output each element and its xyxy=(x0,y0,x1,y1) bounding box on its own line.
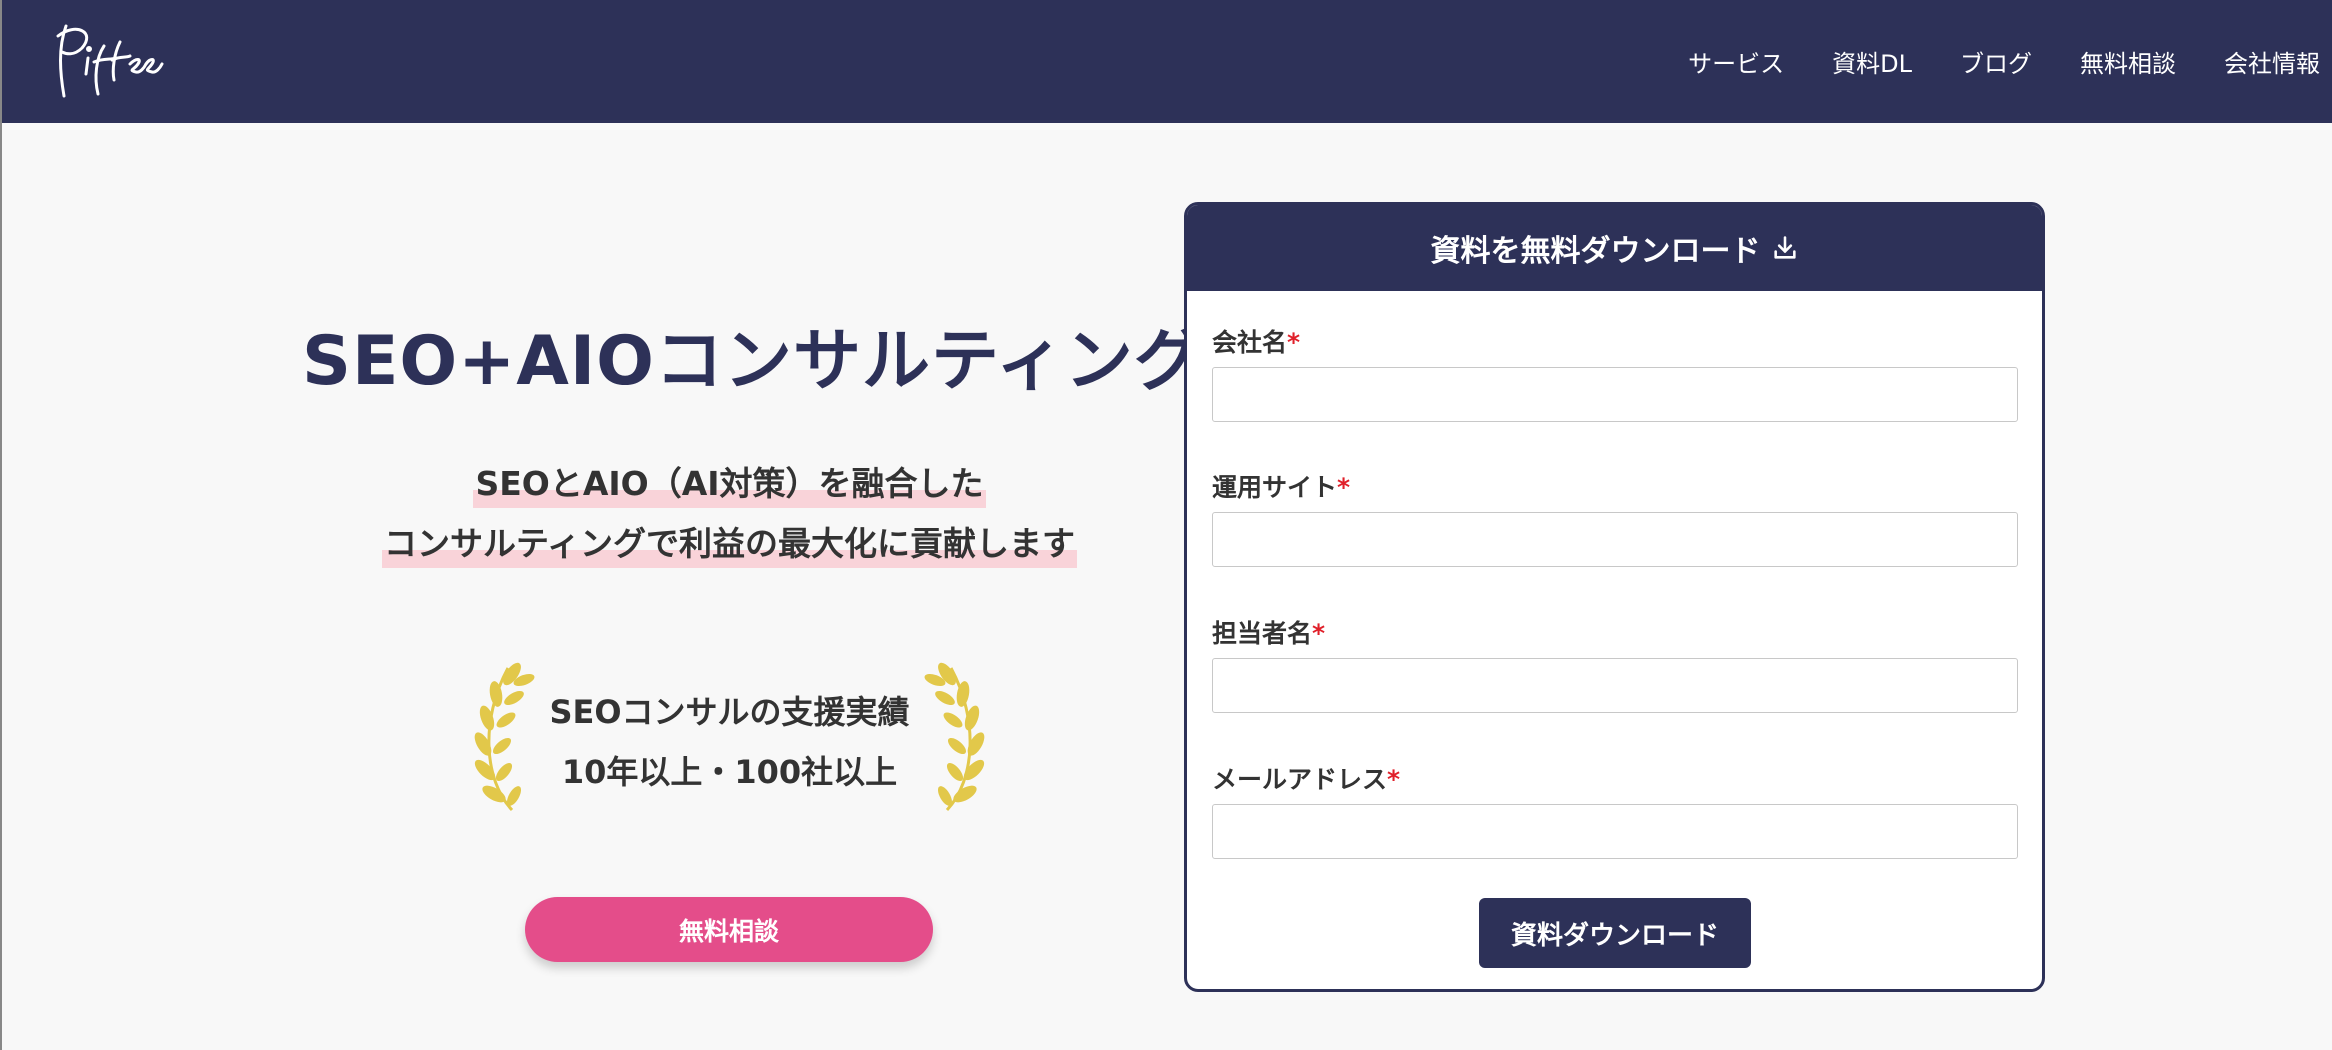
required-mark: * xyxy=(1337,473,1351,502)
field-label-text: 運用サイト xyxy=(1212,473,1338,502)
required-mark: * xyxy=(1387,765,1401,794)
form-title: 資料を無料ダウンロード xyxy=(1430,234,1761,269)
company-name-input[interactable] xyxy=(1212,367,2018,422)
required-mark: * xyxy=(1287,328,1301,357)
download-icon xyxy=(1773,236,1796,259)
form-header: 資料を無料ダウンロード xyxy=(1187,205,2042,291)
field-label-text: メールアドレス xyxy=(1212,765,1388,794)
main-nav: サービス 資料DL ブログ 無料相談 会社情報 xyxy=(1640,0,2320,123)
field-website: 運用サイト* xyxy=(1212,468,2018,567)
download-form-card: 資料を無料ダウンロード 会社名* 運用サイト* 担当者名* メールアドレス* 資… xyxy=(1184,202,2045,992)
page: サービス 資料DL ブログ 無料相談 会社情報 SEO+AIOコンサルティング … xyxy=(0,0,2332,1050)
field-label-email: メールアドレス* xyxy=(1212,760,2018,796)
field-label-text: 会社名 xyxy=(1212,328,1288,357)
field-company-name: 会社名* xyxy=(1212,323,2018,422)
logo-mark xyxy=(56,24,164,98)
nav-item-company-info[interactable]: 会社情報 xyxy=(2224,44,2320,79)
email-input[interactable] xyxy=(1212,804,2018,859)
nav-item-service[interactable]: サービス xyxy=(1688,44,1784,79)
field-label-contact-name: 担当者名* xyxy=(1212,614,2018,650)
laurel-right-icon xyxy=(924,662,985,812)
hero-lead-line-1: SEOとAIO（AI対策）を融合した xyxy=(473,460,986,508)
field-label-website: 運用サイト* xyxy=(1212,468,2018,504)
site-header: サービス 資料DL ブログ 無料相談 会社情報 xyxy=(2,0,2332,123)
download-submit-button[interactable]: 資料ダウンロード xyxy=(1479,898,1751,968)
field-label-text: 担当者名 xyxy=(1212,619,1313,648)
achievement-text: SEOコンサルの支援実績 10年以上・100社以上 xyxy=(532,682,927,802)
free-consultation-button[interactable]: 無料相談 xyxy=(525,897,933,962)
website-input[interactable] xyxy=(1212,512,2018,567)
logo[interactable] xyxy=(52,18,167,102)
hero-lead-line-2: コンサルティングで利益の最大化に貢献します xyxy=(381,519,1078,568)
contact-name-input[interactable] xyxy=(1212,658,2018,713)
nav-item-blog[interactable]: ブログ xyxy=(1960,44,2032,79)
nav-item-document-dl[interactable]: 資料DL xyxy=(1832,44,1912,79)
field-label-company-name: 会社名* xyxy=(1212,323,2018,359)
field-email: メールアドレス* xyxy=(1212,760,2018,859)
required-mark: * xyxy=(1312,619,1326,648)
field-contact-name: 担当者名* xyxy=(1212,614,2018,713)
hero-title: SEO+AIOコンサルティング xyxy=(302,322,1203,401)
achievement-badge: SEOコンサルの支援実績 10年以上・100社以上 xyxy=(472,660,987,820)
achievement-line-1: SEOコンサルの支援実績 xyxy=(549,693,910,731)
hero-lead: SEOとAIO（AI対策）を融合した コンサルティングで利益の最大化に貢献します xyxy=(272,460,1187,580)
nav-item-free-consultation[interactable]: 無料相談 xyxy=(2080,44,2176,79)
achievement-line-2: 10年以上・100社以上 xyxy=(561,753,898,791)
